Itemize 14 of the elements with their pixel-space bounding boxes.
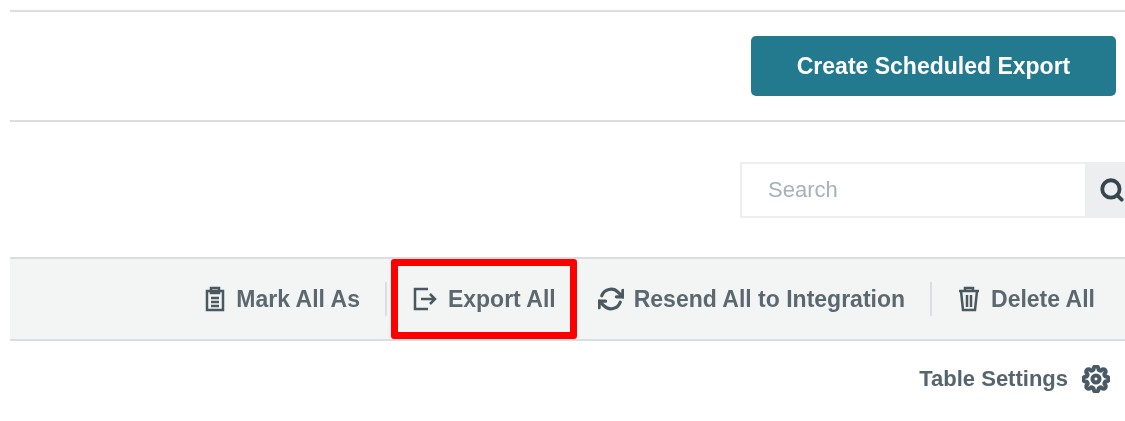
table-settings-button[interactable]: Table Settings: [919, 365, 1110, 393]
settings-icon: [1082, 365, 1110, 393]
delete-action-button[interactable]: Delete All: [936, 259, 1116, 339]
resend-action-button[interactable]: Resend All to Integration: [576, 259, 927, 339]
search-field[interactable]: Search: [740, 162, 1085, 218]
export-icon: [411, 286, 438, 312]
search-icon: [1099, 177, 1125, 203]
clipboard-icon: [204, 286, 227, 312]
refresh-icon: [597, 286, 624, 312]
trash-icon: [957, 286, 982, 312]
search-button[interactable]: [1085, 162, 1125, 218]
create-scheduled-export-button[interactable]: Create Scheduled Export: [751, 36, 1116, 96]
export-action-button[interactable]: Export All: [390, 259, 577, 339]
mark-action-button[interactable]: Mark All As: [183, 259, 381, 339]
